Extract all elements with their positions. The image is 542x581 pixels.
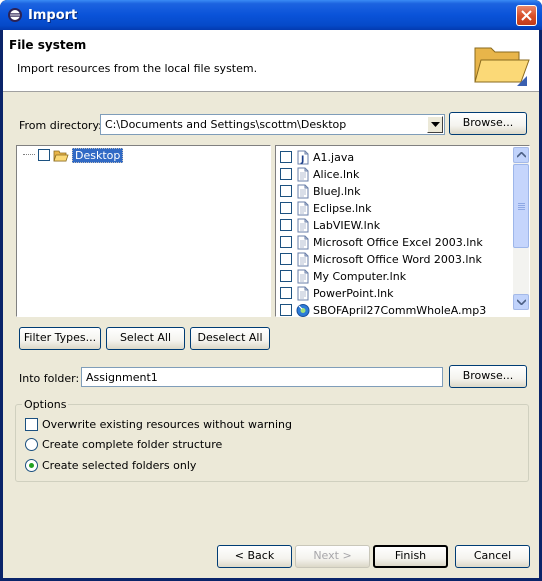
folder-icon bbox=[53, 150, 69, 162]
next-button[interactable]: Next > bbox=[295, 545, 370, 568]
tree-item-checkbox[interactable] bbox=[38, 149, 50, 161]
into-folder-input[interactable] bbox=[82, 368, 442, 386]
file-name: BlueJ.lnk bbox=[313, 185, 361, 198]
back-button[interactable]: < Back bbox=[217, 545, 292, 568]
overwrite-label: Overwrite existing resources without war… bbox=[42, 418, 293, 431]
file-checkbox[interactable] bbox=[280, 287, 292, 299]
file-icon bbox=[297, 269, 309, 284]
file-name: LabVIEW.lnk bbox=[313, 219, 381, 232]
file-list-item[interactable]: SBOFApril27CommWholeA.mp3 bbox=[280, 302, 512, 319]
into-folder-browse-button[interactable]: Browse... bbox=[449, 365, 527, 388]
complete-structure-label: Create complete folder structure bbox=[42, 438, 223, 451]
tree-connector bbox=[23, 154, 35, 155]
file-list-item[interactable]: Alice.lnk bbox=[280, 166, 512, 183]
folder-tree[interactable]: Desktop bbox=[16, 145, 271, 317]
from-directory-label: From directory: bbox=[19, 119, 102, 132]
java-file-icon: J bbox=[297, 150, 309, 165]
selected-only-label: Create selected folders only bbox=[42, 459, 197, 472]
into-folder-field[interactable] bbox=[81, 367, 443, 387]
file-name: SBOFApril27CommWholeA.mp3 bbox=[313, 304, 487, 317]
from-directory-browse-button[interactable]: Browse... bbox=[449, 112, 527, 135]
svg-text:J: J bbox=[300, 155, 304, 165]
open-folder-icon bbox=[474, 47, 530, 86]
chevron-up-icon bbox=[517, 152, 526, 158]
file-name: Eclipse.lnk bbox=[313, 202, 372, 215]
file-icon bbox=[297, 201, 309, 216]
media-file-icon bbox=[296, 304, 310, 317]
scroll-up-button[interactable] bbox=[513, 147, 529, 163]
select-all-button[interactable]: Select All bbox=[106, 327, 185, 350]
file-checkbox[interactable] bbox=[280, 270, 292, 282]
dialog-body: File system Import resources from the lo… bbox=[3, 30, 539, 578]
file-icon bbox=[297, 252, 309, 267]
file-checkbox[interactable] bbox=[280, 253, 292, 265]
file-name: Alice.lnk bbox=[313, 168, 360, 181]
file-checkbox[interactable] bbox=[280, 185, 292, 197]
cancel-button[interactable]: Cancel bbox=[455, 545, 530, 568]
title-bar[interactable]: Import bbox=[0, 0, 542, 30]
from-directory-value: C:\Documents and Settings\scottm\Desktop bbox=[105, 118, 347, 131]
deselect-all-button[interactable]: Deselect All bbox=[190, 327, 270, 350]
file-list-item[interactable]: BlueJ.lnk bbox=[280, 183, 512, 200]
file-checkbox[interactable] bbox=[280, 151, 292, 163]
overwrite-checkbox[interactable] bbox=[25, 418, 38, 431]
file-list-item[interactable]: Eclipse.lnk bbox=[280, 200, 512, 217]
file-list-item[interactable]: Microsoft Office Word 2003.lnk bbox=[280, 251, 512, 268]
page-title: File system bbox=[9, 38, 87, 52]
wizard-banner: File system Import resources from the lo… bbox=[3, 30, 539, 92]
file-name: PowerPoint.lnk bbox=[313, 287, 394, 300]
filter-types-button[interactable]: Filter Types... bbox=[19, 327, 101, 350]
file-list[interactable]: J A1.java Alice.lnk BlueJ.lnk Eclipse.lnk Lab… bbox=[275, 145, 530, 317]
file-name: A1.java bbox=[313, 151, 355, 164]
eclipse-app-icon bbox=[8, 8, 22, 22]
file-icon bbox=[297, 286, 309, 301]
file-checkbox[interactable] bbox=[280, 219, 292, 231]
file-name: Microsoft Office Excel 2003.lnk bbox=[313, 236, 483, 249]
selected-only-radio[interactable] bbox=[25, 459, 38, 472]
file-list-item[interactable]: PowerPoint.lnk bbox=[280, 285, 512, 302]
vertical-scrollbar[interactable] bbox=[513, 147, 529, 310]
from-directory-combo[interactable]: C:\Documents and Settings\scottm\Desktop bbox=[100, 114, 445, 135]
import-window: Import File system Import resources from… bbox=[0, 0, 542, 581]
file-list-item[interactable]: Microsoft Office Excel 2003.lnk bbox=[280, 234, 512, 251]
finish-button[interactable]: Finish bbox=[373, 545, 448, 568]
file-list-item[interactable]: LabVIEW.lnk bbox=[280, 217, 512, 234]
close-icon bbox=[521, 10, 532, 21]
file-icon bbox=[297, 167, 309, 182]
options-group-title: Options bbox=[22, 398, 69, 411]
file-icon bbox=[297, 184, 309, 199]
file-name: Microsoft Office Word 2003.lnk bbox=[313, 253, 482, 266]
file-checkbox[interactable] bbox=[280, 202, 292, 214]
page-description: Import resources from the local file sys… bbox=[17, 62, 258, 75]
complete-structure-radio[interactable] bbox=[25, 438, 38, 451]
scroll-down-button[interactable] bbox=[513, 294, 529, 310]
file-checkbox[interactable] bbox=[280, 168, 292, 180]
tree-item-desktop[interactable]: Desktop bbox=[72, 148, 124, 163]
file-name: My Computer.lnk bbox=[313, 270, 407, 283]
file-list-item[interactable]: My Computer.lnk bbox=[280, 268, 512, 285]
file-icon bbox=[297, 218, 309, 233]
close-button[interactable] bbox=[516, 5, 537, 26]
file-checkbox[interactable] bbox=[280, 304, 292, 316]
chevron-down-icon bbox=[517, 299, 526, 305]
combo-dropdown-button[interactable] bbox=[427, 116, 443, 133]
into-folder-label: Into folder: bbox=[19, 372, 80, 385]
scroll-thumb[interactable] bbox=[513, 164, 529, 248]
file-checkbox[interactable] bbox=[280, 236, 292, 248]
chevron-down-icon bbox=[431, 122, 440, 127]
file-icon bbox=[297, 235, 309, 250]
window-title: Import bbox=[28, 8, 78, 23]
file-list-item[interactable]: J A1.java bbox=[280, 149, 512, 166]
